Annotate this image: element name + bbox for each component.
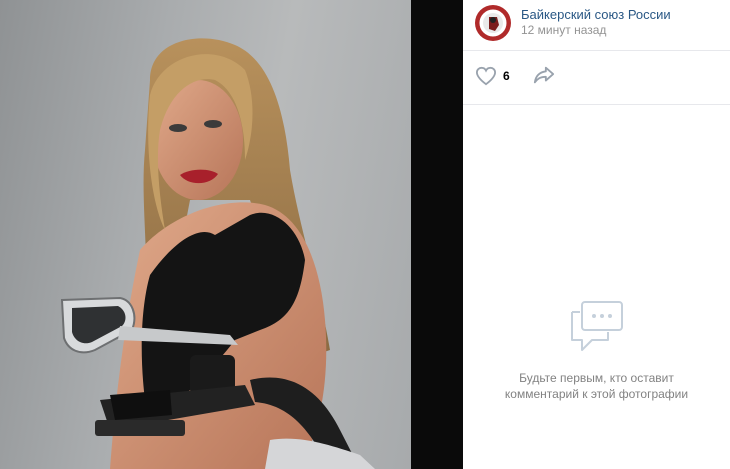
- heart-icon: [475, 66, 497, 86]
- community-logo-icon: [476, 6, 510, 40]
- like-count: 6: [503, 69, 510, 83]
- post-header: Байкерский союз России 12 минут назад: [463, 0, 730, 51]
- like-button[interactable]: 6: [475, 65, 510, 87]
- empty-message: Будьте первым, кто оставит комментарий к…: [463, 370, 730, 402]
- post-actions: 6: [463, 51, 730, 105]
- post-time[interactable]: 12 минут назад: [521, 23, 606, 37]
- empty-message-line2: комментарий к этой фотографии: [504, 387, 689, 401]
- share-button[interactable]: [533, 65, 555, 90]
- comments-empty-state: Будьте первым, кто оставит комментарий к…: [463, 300, 730, 402]
- photo-viewer: Байкерский союз России 12 минут назад 6: [0, 0, 730, 469]
- side-panel: Байкерский союз России 12 минут назад 6: [463, 0, 730, 469]
- empty-message-line1: Будьте первым, кто оставит: [519, 371, 674, 385]
- photo-image: [60, 38, 375, 469]
- chat-bubble-icon: [570, 301, 623, 351]
- photo[interactable]: [0, 0, 411, 469]
- share-arrow-icon: [533, 66, 555, 84]
- avatar[interactable]: [475, 5, 511, 41]
- viewer-divider: [411, 0, 463, 469]
- author-name[interactable]: Байкерский союз России: [521, 7, 671, 22]
